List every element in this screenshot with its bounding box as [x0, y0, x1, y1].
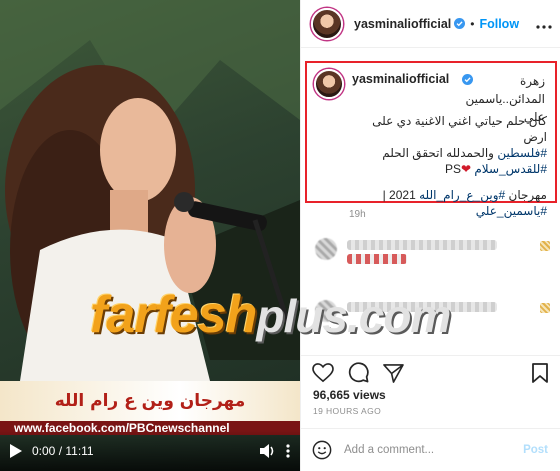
caption-line: #للقدس_سلام ❤PS	[347, 161, 547, 177]
hashtag-link[interactable]: #ياسمين_علي	[476, 204, 547, 218]
post-header: yasminaliofficial • Follow	[301, 0, 560, 48]
comment-bar: Post	[300, 428, 560, 471]
video-banner: مهرجان وين ع رام الله	[0, 381, 300, 421]
caption-username[interactable]: yasminaliofficial	[352, 72, 449, 86]
verified-badge-icon	[454, 18, 466, 29]
heart-icon[interactable]	[540, 241, 550, 251]
list-item[interactable]	[315, 238, 550, 278]
video-controls: 0:00 / 11:11	[0, 430, 300, 471]
comment-icon[interactable]	[348, 362, 369, 383]
volume-icon[interactable]	[260, 443, 276, 458]
share-icon[interactable]	[383, 363, 404, 383]
hashtag-link[interactable]: #وين_ع_رام_الله	[419, 188, 505, 202]
more-vertical-icon[interactable]	[286, 443, 290, 458]
caption-avatar[interactable]	[314, 69, 344, 99]
avatar[interactable]	[311, 7, 343, 40]
avatar[interactable]	[315, 300, 337, 322]
posted-time: 19h	[349, 209, 366, 220]
separator: •	[470, 16, 475, 31]
more-horizontal-icon[interactable]	[536, 16, 552, 34]
blurred-comment-text	[347, 302, 497, 312]
heart-icon[interactable]	[312, 362, 334, 383]
post-button[interactable]: Post	[523, 444, 548, 456]
caption-text: كان حلم حياتي اغني الاغنية دي على ارض #ف…	[347, 113, 547, 219]
avatar[interactable]	[315, 238, 337, 260]
view-count[interactable]: 96,665 views	[313, 388, 386, 402]
video-player[interactable]: مهرجان وين ع رام الله www.facebook.com/P…	[0, 0, 300, 471]
hashtag-link[interactable]: #فلسطين	[497, 146, 547, 160]
bookmark-icon[interactable]	[532, 362, 548, 383]
blurred-comment-text	[347, 254, 407, 264]
video-time: 0:00 / 11:11	[32, 443, 94, 458]
caption-line: #فلسطين والحمدلله اتحقق الحلم	[347, 145, 547, 161]
timestamp: 19 HOURS AGO	[313, 406, 382, 416]
list-item[interactable]	[315, 300, 550, 340]
caption-highlight: yasminaliofficial زهرة المدائن..ياسمين ع…	[305, 61, 557, 218]
caption-fragment: مهرجان	[505, 188, 547, 202]
heart-icon[interactable]	[540, 303, 550, 313]
blurred-comment-text	[347, 240, 497, 250]
caption-fragment: 2021 |	[382, 188, 420, 202]
action-bar	[300, 355, 560, 389]
comment-input[interactable]	[344, 444, 512, 456]
caption-fragment: PS	[444, 162, 461, 176]
follow-button[interactable]: Follow	[479, 17, 519, 31]
caption-line: كان حلم حياتي اغني الاغنية دي على ارض	[372, 114, 547, 144]
play-icon[interactable]	[10, 443, 22, 458]
emoji-icon[interactable]	[312, 440, 332, 460]
caption-line: #ياسمين_علي	[347, 203, 547, 219]
hashtag-link[interactable]: #للقدس_سلام	[474, 162, 547, 176]
caption-fragment: والحمدلله اتحقق الحلم	[382, 146, 498, 160]
username[interactable]: yasminaliofficial	[354, 17, 451, 31]
pin-icon: ❤	[460, 162, 472, 176]
caption-line: مهرجان #وين_ع_رام_الله 2021 |	[347, 187, 547, 203]
